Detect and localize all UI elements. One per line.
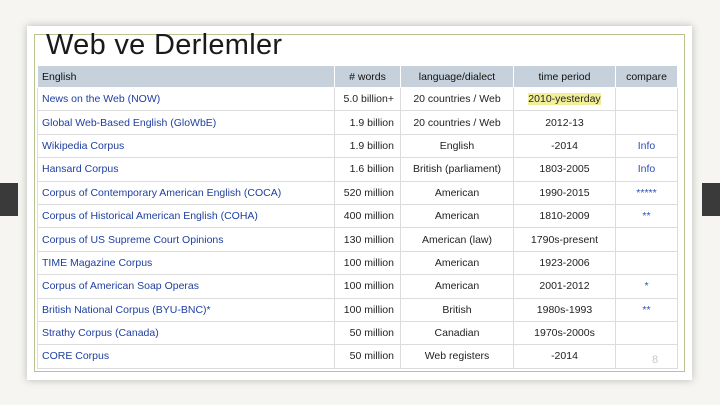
corpus-language: British (parliament) <box>400 157 514 182</box>
corpus-language: American (law) <box>400 227 514 252</box>
corpus-language: British <box>400 297 514 322</box>
corpus-language: Canadian <box>400 320 514 346</box>
corpus-word-count: 1.6 billion <box>334 157 401 182</box>
table-row: Wikipedia Corpus 1.9 billion English -2014 I… <box>37 133 678 159</box>
corpus-name-link[interactable]: Corpus of American Soap Operas <box>37 274 335 299</box>
corpus-name-link[interactable]: British National Corpus (BYU-BNC)* <box>37 297 335 322</box>
table-header-row: English # words language/dialect time pe… <box>37 65 678 88</box>
corpus-time-period: 1970s-2000s <box>513 320 616 346</box>
corpus-word-count: 1.9 billion <box>334 110 401 135</box>
corpus-name-link[interactable]: Global Web-Based English (GloWbE) <box>37 110 335 135</box>
corpus-compare-link <box>615 110 678 135</box>
corpus-language: American <box>400 274 514 299</box>
corpus-word-count: 50 million <box>334 320 401 346</box>
corpus-language: English <box>400 133 514 159</box>
corpus-time-period: 2012-13 <box>513 110 616 135</box>
header-compare: compare <box>615 65 678 88</box>
header-english: English <box>37 65 335 88</box>
corpus-time-period: 1790s-present <box>513 227 616 252</box>
slide: Web ve Derlemler English # words languag… <box>27 26 692 380</box>
period-text: 1810-2009 <box>539 210 590 223</box>
right-decor-band <box>702 183 720 216</box>
corpus-compare-link[interactable]: Info <box>615 133 678 159</box>
header-words: # words <box>334 65 401 88</box>
corpus-name-link[interactable]: Corpus of Historical American English (C… <box>37 203 335 229</box>
period-text: 1803-2005 <box>539 163 590 176</box>
period-text: 1790s-present <box>530 233 599 246</box>
corpus-time-period: 2001-2012 <box>513 274 616 299</box>
corpus-table: English # words language/dialect time pe… <box>37 65 678 369</box>
corpus-compare-link <box>615 86 678 112</box>
table-row: Strathy Corpus (Canada) 50 million Canadia… <box>37 320 678 346</box>
table-row: CORE Corpus 50 million Web registers -2014 <box>37 344 678 369</box>
corpus-name-link[interactable]: News on the Web (NOW) <box>37 86 335 112</box>
corpus-name-link[interactable]: Strathy Corpus (Canada) <box>37 320 335 346</box>
table-row: Corpus of Contemporary American English … <box>37 180 678 205</box>
corpus-time-period: 1810-2009 <box>513 203 616 229</box>
period-text: -2014 <box>551 350 578 363</box>
table-row: TIME Magazine Corpus 100 million American 1… <box>37 250 678 276</box>
table-row: Hansard Corpus 1.6 billion British (parlia… <box>37 157 678 182</box>
table-row: British National Corpus (BYU-BNC)* 100 mi… <box>37 297 678 322</box>
period-highlight-text: yesterday <box>555 93 601 106</box>
corpus-name-link[interactable]: Corpus of Contemporary American English … <box>37 180 335 205</box>
table-row: Corpus of US Supreme Court Opinions 130 m… <box>37 227 678 252</box>
corpus-word-count: 100 million <box>334 250 401 276</box>
corpus-word-count: 130 million <box>334 227 401 252</box>
corpus-language: 20 countries / Web <box>400 110 514 135</box>
corpus-table-container: English # words language/dialect time pe… <box>37 65 704 396</box>
table-body: News on the Web (NOW) 5.0 billion+ 20 coun… <box>37 86 678 369</box>
corpus-word-count: 1.9 billion <box>334 133 401 159</box>
slide-title: Web ve Derlemler <box>46 29 283 61</box>
corpus-name-link[interactable]: Corpus of US Supreme Court Opinions <box>37 227 335 252</box>
corpus-time-period: 1990-2015 <box>513 180 616 205</box>
period-text: 2012-13 <box>545 116 584 129</box>
corpus-time-period: 2010-yesterday <box>513 86 616 112</box>
period-text: 2001-2012 <box>539 280 590 293</box>
period-text: -2014 <box>551 139 578 152</box>
corpus-name-link[interactable]: CORE Corpus <box>37 344 335 369</box>
corpus-language: American <box>400 180 514 205</box>
corpus-language: 20 countries / Web <box>400 86 514 112</box>
corpus-word-count: 5.0 billion+ <box>334 86 401 112</box>
table-row: Global Web-Based English (GloWbE) 1.9 bil… <box>37 110 678 135</box>
corpus-name-link[interactable]: Wikipedia Corpus <box>37 133 335 159</box>
corpus-word-count: 100 million <box>334 274 401 299</box>
header-period: time period <box>513 65 616 88</box>
corpus-language: Web registers <box>400 344 514 369</box>
corpus-compare-link[interactable]: ** <box>615 297 678 322</box>
page-number: 8 <box>652 354 659 366</box>
period-text: 2010- <box>528 93 556 106</box>
period-text: 1970s-2000s <box>534 327 595 340</box>
corpus-time-period: 1980s-1993 <box>513 297 616 322</box>
corpus-time-period: 1923-2006 <box>513 250 616 276</box>
corpus-word-count: 100 million <box>334 297 401 322</box>
corpus-time-period: 1803-2005 <box>513 157 616 182</box>
corpus-compare-link[interactable]: Info <box>615 157 678 182</box>
corpus-compare-link <box>615 320 678 346</box>
period-text: 1980s-1993 <box>536 303 593 316</box>
period-text: 1923-2006 <box>539 256 590 269</box>
table-row: Corpus of American Soap Operas 100 millio… <box>37 274 678 299</box>
corpus-name-link[interactable]: TIME Magazine Corpus <box>37 250 335 276</box>
corpus-time-period: -2014 <box>513 133 616 159</box>
table-row: News on the Web (NOW) 5.0 billion+ 20 coun… <box>37 86 678 112</box>
period-text: 1990-2015 <box>539 186 590 199</box>
corpus-compare-link[interactable]: ** <box>615 203 678 229</box>
corpus-name-link[interactable]: Hansard Corpus <box>37 157 335 182</box>
corpus-time-period: -2014 <box>513 344 616 369</box>
corpus-word-count: 520 million <box>334 180 401 205</box>
corpus-compare-link <box>615 227 678 252</box>
corpus-word-count: 50 million <box>334 344 401 369</box>
corpus-compare-link[interactable]: * <box>615 274 678 299</box>
corpus-language: American <box>400 250 514 276</box>
left-decor-band <box>0 183 18 216</box>
table-row: Corpus of Historical American English (C… <box>37 203 678 229</box>
corpus-compare-link <box>615 250 678 276</box>
corpus-compare-link <box>615 344 678 369</box>
corpus-compare-link[interactable]: ***** <box>615 180 678 205</box>
corpus-word-count: 400 million <box>334 203 401 229</box>
corpus-language: American <box>400 203 514 229</box>
header-language: language/dialect <box>400 65 514 88</box>
